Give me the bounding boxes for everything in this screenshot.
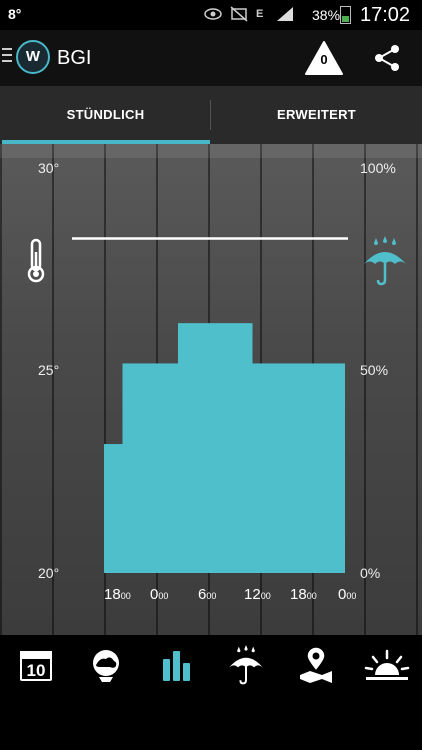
bottom-navigation: 10	[0, 635, 422, 693]
rain-umbrella-icon	[364, 236, 406, 286]
battery-percentage: 38%	[312, 7, 341, 23]
location-title[interactable]: BGI	[57, 47, 91, 70]
nav-calendar[interactable]: 10	[16, 645, 56, 685]
temp-axis-max: 30°	[38, 160, 60, 176]
x-tick-minutes: 00	[260, 591, 271, 601]
x-tick-label: 1800	[290, 586, 317, 603]
eye-icon	[204, 8, 222, 20]
precip-bar-0	[104, 444, 123, 573]
bottom-filler	[0, 693, 422, 750]
mute-icon	[230, 6, 248, 22]
sunset-icon	[364, 649, 410, 680]
x-tick-label: 1200	[244, 586, 271, 603]
nav-map[interactable]	[296, 645, 336, 685]
tab-stuendlich[interactable]: STÜNDLICH	[0, 86, 211, 144]
signal-icon	[277, 7, 293, 21]
x-tick-hour: 18	[104, 586, 121, 603]
battery-icon	[340, 6, 351, 24]
x-tick-label: 000	[150, 586, 168, 603]
x-tick-hour: 18	[290, 586, 307, 603]
clock: 17:02	[360, 4, 411, 26]
nav-sun[interactable]	[364, 645, 410, 685]
share-icon[interactable]	[372, 44, 402, 72]
x-tick-label: 600	[198, 586, 216, 603]
action-bar: W BGI 0	[0, 30, 422, 86]
x-tick-minutes: 00	[306, 591, 317, 601]
x-tick-hour: 12	[244, 586, 261, 603]
notification-text: 8°	[8, 6, 22, 22]
nav-rain[interactable]	[226, 645, 266, 685]
tab-bar: STÜNDLICH ERWEITERT	[0, 86, 422, 144]
precip-bar-1	[122, 363, 179, 573]
nav-world-weather[interactable]	[86, 645, 126, 685]
temp-axis-min: 20°	[38, 565, 60, 581]
status-icons: E	[204, 6, 294, 22]
bar-chart-icon	[163, 651, 190, 681]
forecast-chart	[72, 237, 348, 573]
precip-axis-mid: 50%	[360, 362, 389, 378]
network-type: E	[256, 8, 264, 20]
chart-panel: 30° 25° 20° 100% 50% 0% 1800 000 600 1200 18…	[0, 144, 422, 635]
warning-count: 0	[320, 52, 328, 67]
world-weather-icon	[93, 650, 119, 682]
nav-forecast-chart[interactable]	[156, 645, 196, 685]
precip-axis-max: 100%	[360, 160, 396, 176]
tab-erweitert[interactable]: ERWEITERT	[211, 86, 422, 144]
precip-bar-2	[178, 323, 253, 573]
temp-axis-mid: 25°	[38, 362, 60, 378]
warning-button[interactable]: 0	[304, 40, 344, 76]
calendar-icon: 10	[20, 651, 52, 681]
thermometer-icon	[27, 238, 45, 283]
x-tick-minutes: 00	[158, 591, 169, 601]
map-pin-icon	[300, 646, 332, 683]
calendar-day-number: 10	[27, 661, 46, 680]
x-tick-minutes: 00	[120, 591, 131, 601]
x-tick-minutes: 00	[206, 591, 217, 601]
battery-level	[342, 15, 349, 22]
menu-icon[interactable]	[2, 48, 12, 66]
precip-bar-4	[289, 363, 345, 573]
x-tick-label: 000	[338, 586, 356, 603]
x-tick-minutes: 00	[346, 591, 357, 601]
precip-bar-3	[252, 363, 290, 573]
precip-axis-min: 0%	[360, 565, 381, 581]
app-logo[interactable]: W	[16, 40, 50, 74]
rain-umbrella-icon	[229, 645, 263, 685]
status-bar: 8° E 38% 17:02	[0, 0, 422, 30]
x-tick-label: 1800	[104, 586, 131, 603]
